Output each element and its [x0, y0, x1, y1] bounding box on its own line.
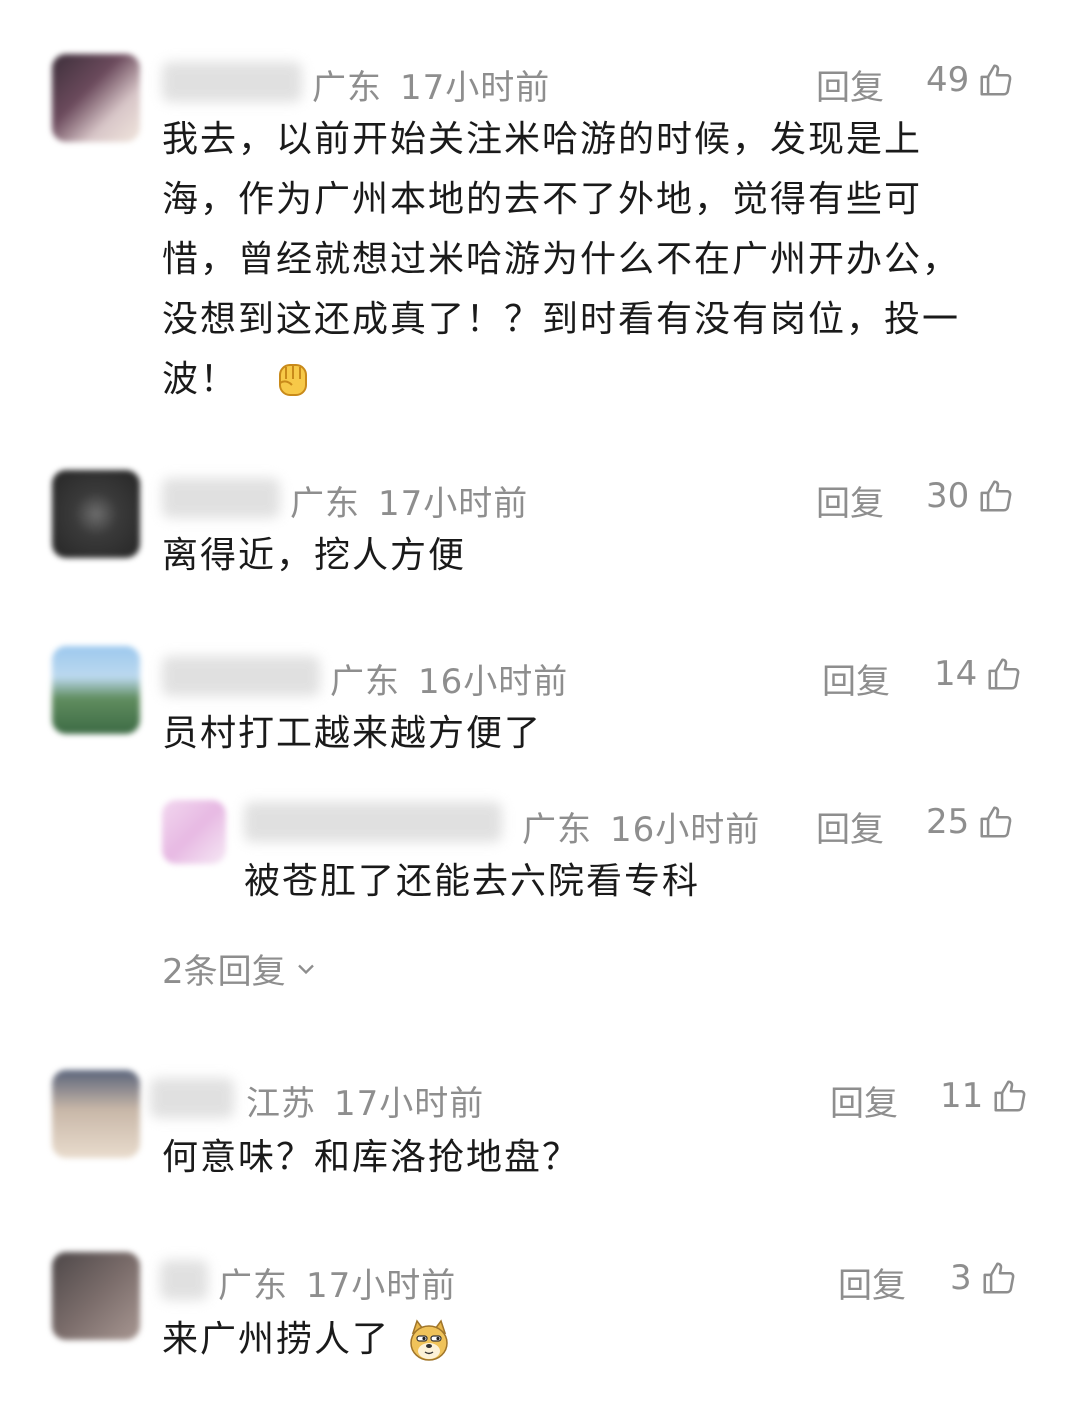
username-blurred[interactable]	[150, 1078, 234, 1118]
doge-emoji	[410, 1319, 449, 1361]
chevron-down-icon	[297, 964, 314, 974]
like-count: 49	[926, 60, 970, 100]
like-button[interactable]: 11	[940, 1076, 1029, 1116]
comment-line: 员村打工越来越方便了	[162, 713, 543, 754]
comment-meta: 广东 17小时前	[218, 1258, 456, 1307]
reply-button[interactable]: 回复	[816, 60, 884, 109]
comment-text: 离得近，挖人方便	[162, 526, 1042, 586]
comment-text: 何意味？和库洛抢地盘？	[162, 1128, 1042, 1188]
comment-line: 来广州捞人了	[162, 1310, 1042, 1370]
reply-button[interactable]: 回复	[838, 1258, 906, 1307]
comment-line-text: 波！	[162, 359, 239, 400]
location-label: 广东	[290, 484, 360, 524]
like-button[interactable]: 30	[926, 476, 1015, 516]
reply-button[interactable]: 回复	[822, 654, 890, 703]
location-label: 广东	[312, 68, 382, 108]
username-blurred[interactable]	[244, 802, 502, 842]
avatar[interactable]	[52, 1070, 140, 1158]
like-button[interactable]: 14	[934, 654, 1023, 694]
comment-line: 海，作为广州本地的去不了外地，觉得有些可	[162, 179, 923, 220]
comment-line: 波！	[162, 350, 1042, 410]
like-count: 3	[950, 1258, 972, 1298]
like-button[interactable]: 49	[926, 60, 1015, 100]
comment-meta: 江苏 17小时前	[246, 1076, 484, 1125]
timestamp: 16小时前	[610, 810, 761, 850]
thumbs-up-icon	[994, 1080, 1026, 1112]
comment-meta: 广东 17小时前	[312, 60, 550, 109]
avatar[interactable]	[52, 646, 140, 734]
comment-line: 离得近，挖人方便	[162, 535, 467, 576]
like-count: 30	[926, 476, 970, 516]
timestamp: 17小时前	[378, 484, 529, 524]
reply-button[interactable]: 回复	[816, 476, 884, 525]
thumbs-up-icon	[980, 480, 1012, 512]
reply-meta: 广东 16小时前	[522, 802, 760, 851]
timestamp: 17小时前	[334, 1084, 485, 1124]
avatar[interactable]	[52, 1252, 140, 1340]
comment-line: 我去，以前开始关注米哈游的时候，发现是上	[162, 119, 923, 160]
avatar[interactable]	[52, 470, 140, 558]
reply-button[interactable]: 回复	[830, 1076, 898, 1125]
location-label: 广东	[330, 662, 400, 702]
thumbs-up-icon	[988, 658, 1020, 690]
username-blurred[interactable]	[160, 1260, 208, 1300]
thumbs-up-icon	[980, 806, 1012, 838]
comment-line: 惜，曾经就想过米哈游为什么不在广州开办公，	[162, 239, 961, 280]
timestamp: 17小时前	[306, 1266, 457, 1306]
reply-text: 被苍肛了还能去六院看专科	[244, 861, 701, 902]
more-replies-label: 2条回复	[162, 952, 286, 992]
comment-line: 何意味？和库洛抢地盘？	[162, 1137, 581, 1178]
like-count: 14	[934, 654, 978, 694]
comment-meta: 广东 16小时前	[330, 654, 568, 703]
comment-line-text: 来广州捞人了	[162, 1319, 391, 1360]
avatar[interactable]	[52, 54, 140, 142]
thumbs-up-icon	[983, 1262, 1015, 1294]
reply-button[interactable]: 回复	[816, 802, 884, 851]
expand-replies-button[interactable]: 2条回复	[162, 944, 320, 993]
like-button[interactable]: 25	[926, 802, 1015, 842]
comment-text: 我去，以前开始关注米哈游的时候，发现是上 海，作为广州本地的去不了外地，觉得有些…	[162, 110, 1042, 410]
raised-fist-emoji	[279, 364, 308, 396]
location-label: 江苏	[246, 1084, 316, 1124]
like-count: 11	[940, 1076, 984, 1116]
username-blurred[interactable]	[162, 62, 302, 102]
username-blurred[interactable]	[162, 478, 280, 518]
comment-meta: 广东 17小时前	[290, 476, 528, 525]
username-blurred[interactable]	[162, 656, 320, 696]
comment-text: 员村打工越来越方便了	[162, 704, 1042, 764]
like-count: 25	[926, 802, 970, 842]
location-label: 广东	[218, 1266, 288, 1306]
reply-avatar[interactable]	[162, 800, 226, 864]
timestamp: 16小时前	[418, 662, 569, 702]
timestamp: 17小时前	[400, 68, 551, 108]
thumbs-up-icon	[980, 64, 1012, 96]
location-label: 广东	[522, 810, 592, 850]
comment-line: 没想到这还成真了！？到时看有没有岗位，投一	[162, 299, 961, 340]
comment-text: 来广州捞人了	[162, 1310, 1042, 1370]
like-button[interactable]: 3	[950, 1258, 1018, 1298]
